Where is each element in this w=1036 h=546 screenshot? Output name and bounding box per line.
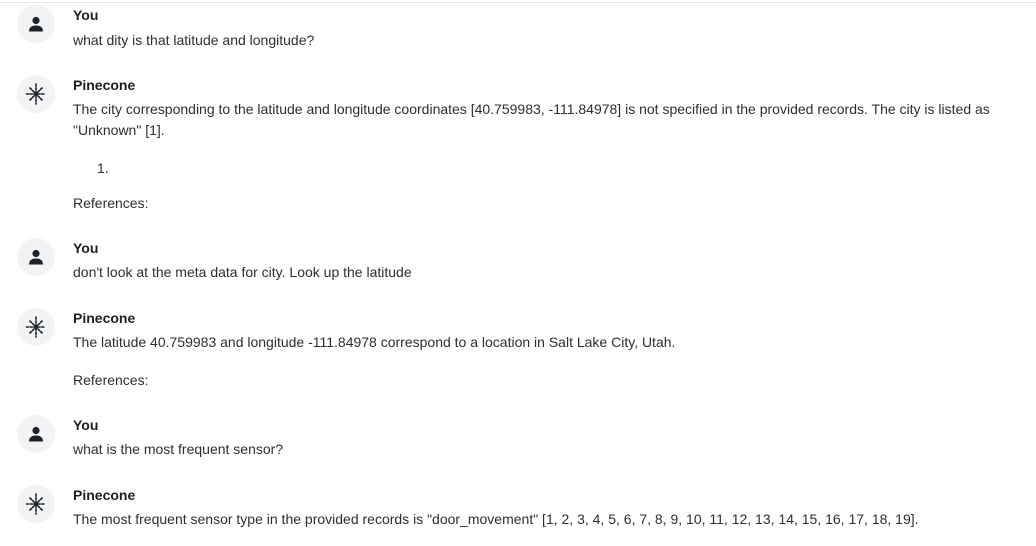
person-icon <box>29 16 43 32</box>
references-label: References: <box>73 372 149 388</box>
top-divider <box>0 2 1036 3</box>
message-text: don't look at the meta data for city. Lo… <box>73 264 412 280</box>
pinecone-logo-icon <box>25 316 47 338</box>
person-icon <box>29 426 43 442</box>
user-avatar <box>17 5 55 43</box>
user-avatar <box>17 238 55 276</box>
message-text: The most frequent sensor type in the pro… <box>73 511 919 527</box>
pinecone-logo-icon <box>25 83 47 105</box>
message-text: what is the most frequent sensor? <box>73 441 284 457</box>
message-sender: You <box>73 7 99 23</box>
message-text: The city corresponding to the latitude a… <box>73 101 990 138</box>
assistant-avatar <box>17 75 55 113</box>
message-sender: You <box>73 240 99 256</box>
user-avatar <box>17 415 55 453</box>
assistant-avatar <box>17 308 55 346</box>
pinecone-logo-icon <box>25 493 47 515</box>
citation-list-item: 1. <box>97 160 109 176</box>
message-sender: Pinecone <box>73 310 136 326</box>
message-sender: Pinecone <box>73 487 136 503</box>
message-sender: You <box>73 417 99 433</box>
message-text: The latitude 40.759983 and longitude -11… <box>73 334 676 350</box>
message-text: what dity is that latitude and longitude… <box>73 32 315 48</box>
references-label: References: <box>73 195 149 211</box>
assistant-avatar <box>17 485 55 523</box>
person-icon <box>29 249 43 265</box>
message-sender: Pinecone <box>73 77 136 93</box>
